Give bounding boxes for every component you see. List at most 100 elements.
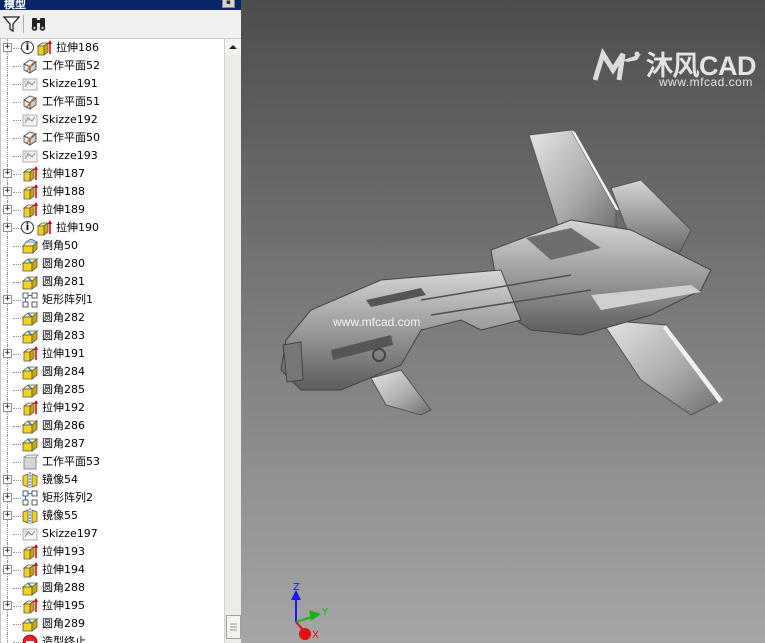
tree-scrollbar[interactable] xyxy=(224,39,242,643)
tree-item[interactable]: Skizze192 xyxy=(1,111,225,129)
tree-connector-line xyxy=(13,336,21,337)
tree-item[interactable]: 圆角281 xyxy=(1,273,225,291)
tree-item[interactable]: 圆角285 xyxy=(1,381,225,399)
tree-item[interactable]: Skizze193 xyxy=(1,147,225,165)
tree-item[interactable]: + 拉伸191 xyxy=(1,345,225,363)
tree-item[interactable]: Skizze191 xyxy=(1,75,225,93)
tree-item[interactable]: 圆角287 xyxy=(1,435,225,453)
tree-item[interactable]: 圆角286 xyxy=(1,417,225,435)
tree-item-label: 圆角284 xyxy=(42,365,85,378)
fillet-icon xyxy=(21,274,39,290)
watermark-url-center: www.mfcad.com xyxy=(333,315,421,329)
tree-item[interactable]: + 拉伸195 xyxy=(1,597,225,615)
tree-item-label: Skizze197 xyxy=(42,527,98,540)
tree-item[interactable]: 圆角280 xyxy=(1,255,225,273)
mirror-icon xyxy=(22,508,38,524)
tree-item-label: 拉伸193 xyxy=(42,545,85,558)
watermark-url: www.mfcad.com xyxy=(659,75,753,89)
tree-item-label: 矩形阵列1 xyxy=(42,293,93,306)
expand-toggle-icon[interactable]: + xyxy=(3,493,12,502)
scroll-up-button[interactable] xyxy=(225,39,241,55)
extrude-icon xyxy=(22,400,38,416)
tree-connector-line xyxy=(7,381,8,399)
expand-toggle-icon[interactable]: + xyxy=(3,43,12,52)
tree-connector-line xyxy=(13,570,21,571)
tree-item-label: 圆角285 xyxy=(42,383,85,396)
tree-item-label: 拉伸191 xyxy=(42,347,85,360)
tree-item[interactable]: 工作平面52 xyxy=(1,57,225,75)
expand-toggle-icon[interactable]: + xyxy=(3,511,12,520)
tree-item-label: 工作平面51 xyxy=(42,95,100,108)
expand-toggle-icon[interactable]: + xyxy=(3,403,12,412)
rect-pattern-icon xyxy=(22,490,38,506)
tree-connector-line xyxy=(7,237,8,255)
tree-item[interactable]: + i 拉伸186 xyxy=(1,39,225,57)
tree-item[interactable]: 造型终止 xyxy=(1,633,225,643)
browser-toolbar xyxy=(0,10,241,39)
tree-connector-line xyxy=(13,84,21,85)
panel-title[interactable]: 模型 xyxy=(4,0,26,10)
work-plane-icon xyxy=(22,94,38,110)
chamfer-icon xyxy=(22,238,38,254)
pin-icon[interactable]: ▪ xyxy=(222,0,235,8)
tree-item[interactable]: 圆角282 xyxy=(1,309,225,327)
tree-item[interactable]: + i 拉伸190 xyxy=(1,219,225,237)
grip-icon xyxy=(230,623,237,631)
tree-item[interactable]: 圆角288 xyxy=(1,579,225,597)
tree-item-label: Skizze191 xyxy=(42,77,98,90)
info-icon[interactable]: i xyxy=(21,221,34,234)
tree-item[interactable]: + 矩形阵列2 xyxy=(1,489,225,507)
tree-connector-line xyxy=(13,66,21,67)
tree-item[interactable]: 工作平面53 xyxy=(1,453,225,471)
tree-item[interactable]: 倒角50 xyxy=(1,237,225,255)
expand-toggle-icon[interactable]: + xyxy=(3,349,12,358)
expand-toggle-icon[interactable]: + xyxy=(3,223,12,232)
expand-toggle-icon[interactable]: + xyxy=(3,601,12,610)
binoculars-icon[interactable] xyxy=(29,14,49,34)
tree-item[interactable]: + 拉伸187 xyxy=(1,165,225,183)
3d-viewport[interactable]: 沐风CAD www.mfcad.com www.mfcad.com Z Y X xyxy=(241,0,765,643)
tree-item[interactable]: + 拉伸189 xyxy=(1,201,225,219)
tree-connector-line xyxy=(13,300,21,301)
tree-connector-line xyxy=(13,354,21,355)
tree-item[interactable]: + 拉伸194 xyxy=(1,561,225,579)
expand-toggle-icon[interactable]: + xyxy=(3,169,12,178)
tree-connector-line xyxy=(7,309,8,327)
tree-item[interactable]: Skizze197 xyxy=(1,525,225,543)
scroll-thumb[interactable] xyxy=(226,615,241,639)
extrude-icon xyxy=(36,40,52,56)
tree-item-label: 拉伸188 xyxy=(42,185,85,198)
tree-item[interactable]: + 矩形阵列1 xyxy=(1,291,225,309)
expand-toggle-icon[interactable]: + xyxy=(3,205,12,214)
tree-item-label: Skizze193 xyxy=(42,149,98,162)
tree-item[interactable]: + 拉伸192 xyxy=(1,399,225,417)
tree-connector-line xyxy=(7,255,8,273)
tree-item[interactable]: + 拉伸193 xyxy=(1,543,225,561)
tree-item[interactable]: 工作平面50 xyxy=(1,129,225,147)
tree-item-label: 镜像55 xyxy=(42,509,78,522)
expand-toggle-icon[interactable]: + xyxy=(3,547,12,556)
tree-item[interactable]: 圆角289 xyxy=(1,615,225,633)
fillet-icon xyxy=(21,382,39,398)
mirror-icon xyxy=(22,472,38,488)
info-icon[interactable]: i xyxy=(21,41,34,54)
tree-item[interactable]: + 拉伸188 xyxy=(1,183,225,201)
expand-toggle-icon[interactable]: + xyxy=(3,295,12,304)
expand-toggle-icon[interactable]: + xyxy=(3,565,12,574)
tree-connector-line xyxy=(13,264,21,265)
tree-item[interactable]: 圆角283 xyxy=(1,327,225,345)
tree-connector-line xyxy=(13,138,21,139)
expand-toggle-icon[interactable]: + xyxy=(3,187,12,196)
tree-item[interactable]: + 镜像54 xyxy=(1,471,225,489)
filter-icon[interactable] xyxy=(2,14,22,34)
tree-item[interactable]: + 镜像55 xyxy=(1,507,225,525)
rect-pattern-icon xyxy=(22,292,38,308)
extrude-icon xyxy=(22,202,38,218)
aircraft-3d-model[interactable] xyxy=(271,120,741,430)
tree-item-label: 拉伸195 xyxy=(42,599,85,612)
tree-item[interactable]: 圆角284 xyxy=(1,363,225,381)
tree-item[interactable]: 工作平面51 xyxy=(1,93,225,111)
tree-connector-line xyxy=(7,417,8,435)
tree-connector-line xyxy=(7,435,8,453)
expand-toggle-icon[interactable]: + xyxy=(3,475,12,484)
